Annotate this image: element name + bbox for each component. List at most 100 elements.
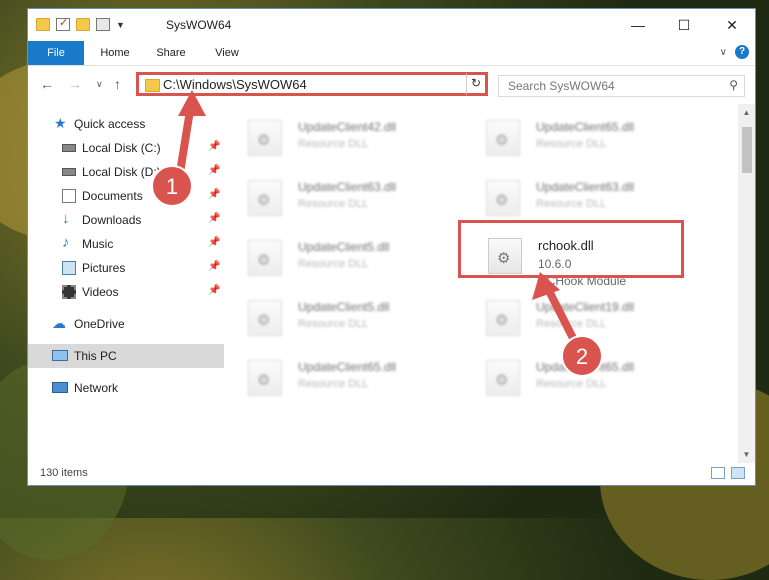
file-description: Resource DLL — [536, 318, 607, 330]
file-name: UpdateClient63.dll — [298, 180, 397, 194]
tab-file[interactable]: File — [28, 41, 84, 65]
dll-file-icon — [248, 360, 282, 396]
file-description: Resource DLL — [298, 198, 369, 210]
videos-icon — [62, 285, 76, 299]
minimize-button[interactable]: — — [618, 13, 658, 37]
dll-file-icon — [248, 300, 282, 336]
sidebar-item-music[interactable]: ♪ Music 📌 — [28, 232, 224, 256]
scroll-thumb[interactable] — [742, 127, 752, 173]
sidebar-item-label: Local Disk (C:) — [82, 141, 161, 155]
forward-button[interactable]: → — [68, 76, 82, 92]
rchook-highlight-box — [458, 220, 684, 278]
file-description: Resource DLL — [298, 258, 369, 270]
recent-locations-button[interactable]: ∨ — [96, 79, 103, 90]
refresh-button[interactable]: ↻ — [466, 72, 488, 96]
sidebar-item-label: This PC — [74, 349, 117, 363]
scroll-down-icon[interactable]: ▼ — [738, 446, 755, 463]
downloads-icon: ↓ — [62, 210, 70, 227]
pin-icon[interactable]: 📌 — [208, 165, 220, 176]
file-item[interactable]: UpdateClient5.dll Resource DLL — [248, 232, 473, 284]
sidebar-item-downloads[interactable]: ↓ Downloads 📌 — [28, 208, 224, 232]
title-bar: ▼ SysWOW64 — ☐ ✕ — [28, 9, 755, 41]
item-count: 130 items — [40, 467, 88, 479]
search-box[interactable]: Search SysWOW64 ⚲ — [498, 75, 745, 97]
toolbar-dropdown-icon[interactable]: ▼ — [116, 20, 125, 30]
music-icon: ♪ — [62, 234, 70, 251]
file-item[interactable]: UpdateClient65.dll Resource DLL — [486, 352, 711, 404]
file-description: Resource DLL — [536, 198, 607, 210]
file-description: Resource DLL — [536, 138, 607, 150]
sidebar-item-documents[interactable]: Documents 📌 — [28, 184, 224, 208]
file-item[interactable]: UpdateClient63.dll Resource DLL — [248, 172, 473, 224]
tab-share[interactable]: Share — [146, 41, 196, 65]
sidebar-item-network[interactable]: Network — [28, 376, 224, 400]
documents-icon — [62, 189, 76, 203]
new-folder-icon[interactable] — [76, 18, 90, 31]
search-input[interactable]: Search SysWOW64 — [508, 79, 615, 93]
drive-icon — [62, 144, 76, 152]
help-icon[interactable]: ? — [735, 45, 749, 59]
pin-icon[interactable]: 📌 — [208, 213, 220, 224]
address-path[interactable]: C:\Windows\SysWOW64 — [163, 77, 307, 92]
dll-file-icon — [248, 240, 282, 276]
dll-file-icon — [248, 180, 282, 216]
folder-icon[interactable] — [36, 18, 50, 31]
file-name: UpdateClient5.dll — [298, 300, 390, 314]
details-view-icon[interactable] — [711, 467, 725, 479]
view-toggle — [711, 467, 745, 479]
pin-icon[interactable]: 📌 — [208, 285, 220, 296]
pin-icon[interactable]: 📌 — [208, 189, 220, 200]
sidebar-item-label: Music — [82, 237, 114, 251]
sidebar-item-local-disk-d[interactable]: Local Disk (D:) 📌 — [28, 160, 224, 184]
file-item[interactable]: UpdateClient63.dll Resource DLL — [486, 172, 711, 224]
address-bar[interactable]: C:\Windows\SysWOW64 ∨ — [136, 72, 486, 96]
pin-icon[interactable]: 📌 — [208, 261, 220, 272]
sidebar-item-label: Downloads — [82, 213, 142, 227]
customize-icon[interactable] — [96, 18, 110, 31]
file-name: UpdateClient19.dll — [536, 300, 635, 314]
network-icon — [52, 382, 68, 393]
sidebar-item-local-disk-c[interactable]: Local Disk (C:) 📌 — [28, 136, 224, 160]
properties-check-icon[interactable] — [56, 16, 70, 31]
back-button[interactable]: ← — [40, 76, 54, 92]
sidebar-item-label: Network — [74, 381, 119, 395]
file-item[interactable]: UpdateClient42.dll Resource DLL — [248, 112, 473, 164]
up-button[interactable]: ↑ — [114, 76, 121, 92]
sidebar-item-label: Videos — [82, 285, 119, 299]
sidebar-item-onedrive[interactable]: ☁ OneDrive — [28, 312, 224, 336]
sidebar-item-videos[interactable]: Videos 📌 — [28, 280, 224, 304]
maximize-button[interactable]: ☐ — [664, 13, 704, 37]
file-item[interactable]: UpdateClient19.dll Resource DLL — [486, 292, 711, 344]
file-description: Resource DLL — [298, 378, 369, 390]
sidebar-item-quick-access[interactable]: ★ Quick access — [28, 112, 224, 136]
star-icon: ★ — [54, 115, 67, 131]
scroll-up-icon[interactable]: ▲ — [738, 104, 755, 121]
file-item[interactable]: UpdateClient65.dll Resource DLL — [248, 352, 473, 404]
file-description: Resource DLL — [536, 378, 607, 390]
tab-view[interactable]: View — [202, 41, 252, 65]
file-list: UpdateClient42.dll Resource DLL UpdateCl… — [224, 104, 738, 463]
dll-file-icon — [486, 360, 520, 396]
vertical-scrollbar[interactable]: ▲ ▼ — [738, 104, 755, 463]
navigation-bar: ← → ∨ ↑ C:\Windows\SysWOW64 ∨ ↻ Search S… — [28, 66, 755, 102]
cloud-icon: ☁ — [52, 315, 66, 331]
close-button[interactable]: ✕ — [712, 13, 752, 37]
file-name: UpdateClient65.dll — [536, 120, 635, 134]
sidebar-item-pictures[interactable]: Pictures 📌 — [28, 256, 224, 280]
search-icon[interactable]: ⚲ — [729, 78, 738, 92]
tab-home[interactable]: Home — [90, 41, 140, 65]
window-title: SysWOW64 — [166, 18, 232, 32]
sidebar-item-this-pc[interactable]: This PC — [28, 344, 224, 368]
dll-file-icon — [486, 120, 520, 156]
pin-icon[interactable]: 📌 — [208, 237, 220, 248]
pictures-icon — [62, 261, 76, 275]
expand-ribbon-icon[interactable]: ∨ — [720, 47, 727, 58]
sidebar-item-label: Local Disk (D:) — [82, 165, 161, 179]
file-name: UpdateClient5.dll — [298, 240, 390, 254]
drive-icon — [62, 168, 76, 176]
ribbon-tabs: File Home Share View ∨ ? — [28, 41, 755, 66]
file-item[interactable]: UpdateClient5.dll Resource DLL — [248, 292, 473, 344]
pin-icon[interactable]: 📌 — [208, 141, 220, 152]
file-item[interactable]: UpdateClient65.dll Resource DLL — [486, 112, 711, 164]
tiles-view-icon[interactable] — [731, 467, 745, 479]
